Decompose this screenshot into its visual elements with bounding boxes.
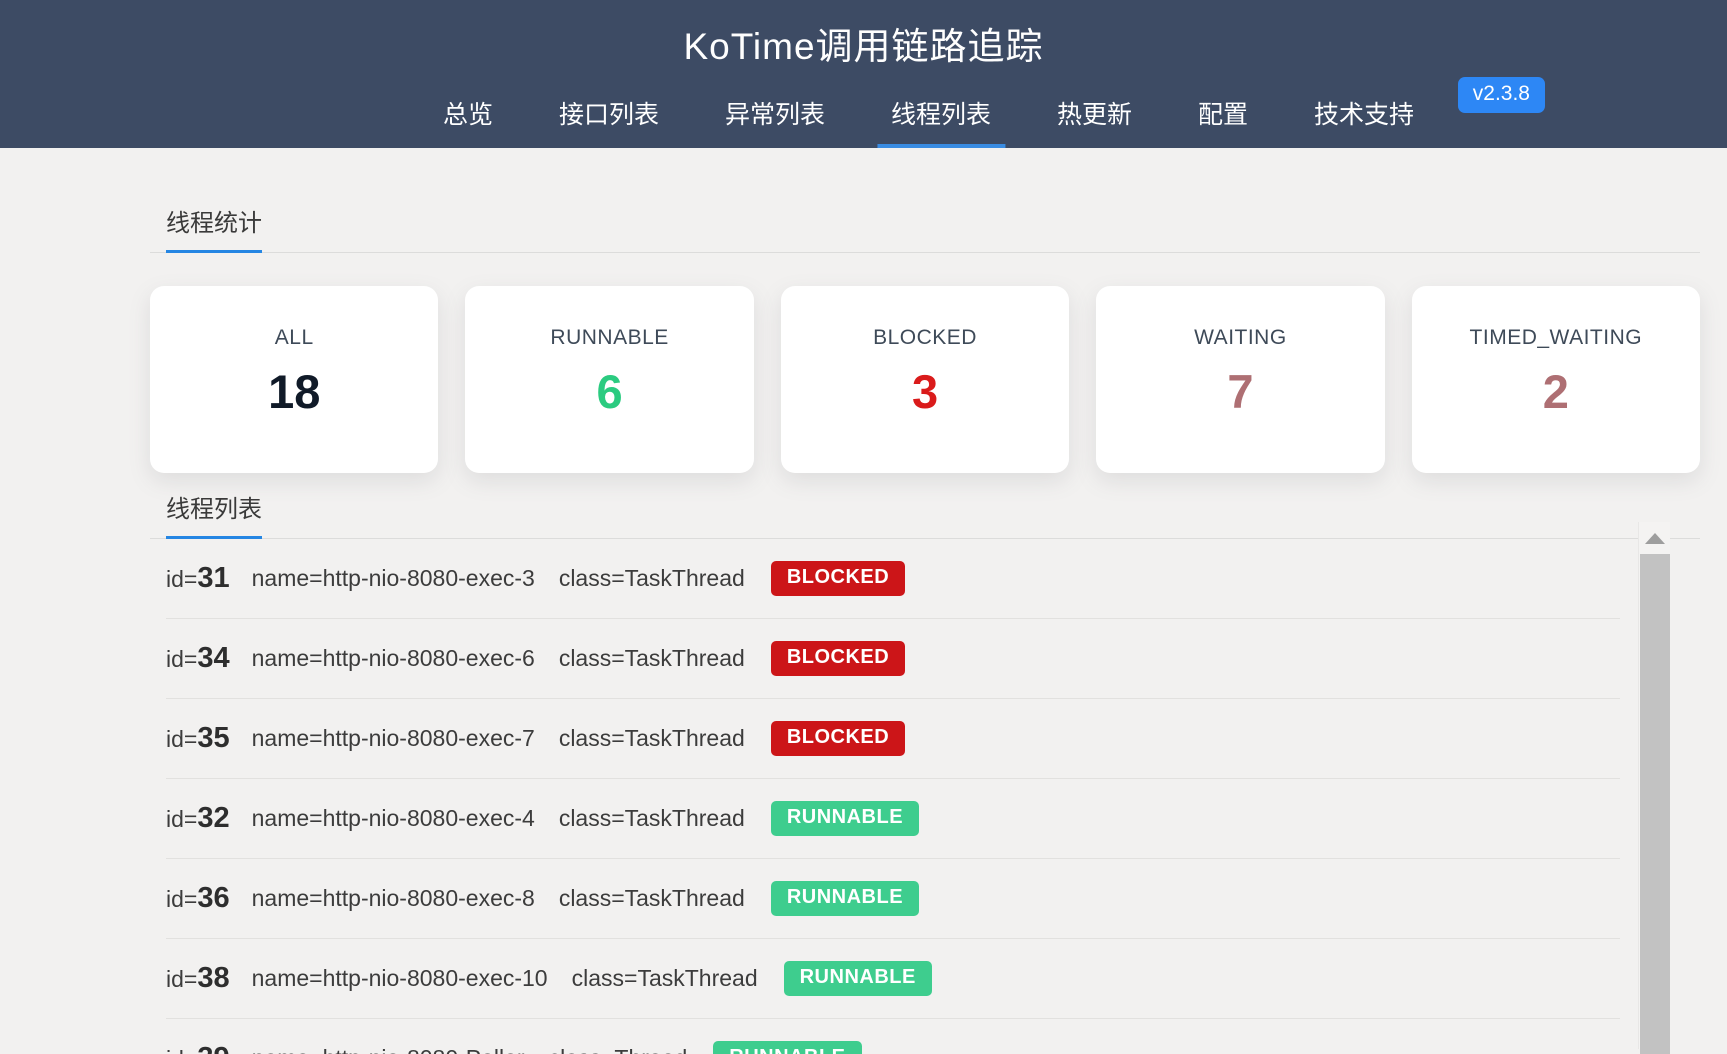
thread-class: class=TaskThread — [559, 645, 745, 672]
stats-section-title: 线程统计 — [166, 203, 262, 253]
thread-name: name=http-nio-8080-exec-10 — [252, 965, 548, 992]
thread-row: id=32 name=http-nio-8080-exec-4 class=Ta… — [166, 779, 1620, 859]
thread-id: id=35 — [166, 722, 230, 755]
nav-tab[interactable]: 总览 — [439, 83, 497, 148]
thread-state-badge: RUNNABLE — [771, 881, 919, 916]
nav-tab-label: 热更新 — [1057, 101, 1132, 129]
thread-row: id=38 name=http-nio-8080-exec-10 class=T… — [166, 939, 1620, 1019]
list-section-title: 线程列表 — [166, 489, 262, 539]
section-divider — [150, 252, 1700, 253]
thread-state-badge: RUNNABLE — [784, 961, 932, 996]
scroll-up-button[interactable] — [1639, 522, 1670, 554]
thread-class: class=Thread — [549, 1045, 688, 1054]
thread-row: id=36 name=http-nio-8080-exec-8 class=Ta… — [166, 859, 1620, 939]
stat-card-label: ALL — [275, 326, 314, 350]
nav-bar: 总览 接口列表 异常列表 线程列表 热更新 配置 技术支持 — [439, 83, 1418, 148]
nav-tab[interactable]: 异常列表 — [721, 83, 829, 148]
stat-card-label: TIMED_WAITING — [1470, 326, 1643, 350]
stat-card: TIMED_WAITING 2 — [1412, 286, 1700, 473]
stat-card-value: 7 — [1227, 364, 1253, 419]
section-divider — [150, 538, 1700, 539]
thread-id: id=36 — [166, 882, 230, 915]
nav-tab-label: 配置 — [1198, 101, 1248, 129]
nav-tab-label: 异常列表 — [725, 101, 825, 129]
scrollbar[interactable] — [1638, 522, 1670, 1049]
stat-card-label: WAITING — [1194, 326, 1287, 350]
thread-id: id=31 — [166, 562, 230, 595]
thread-class: class=TaskThread — [559, 805, 745, 832]
stat-card-value: 18 — [268, 364, 320, 419]
stat-card-value: 2 — [1543, 364, 1569, 419]
nav-tab-label: 总览 — [443, 101, 493, 129]
stats-section-header: 线程统计 — [150, 148, 1700, 253]
thread-row: id=35 name=http-nio-8080-exec-7 class=Ta… — [166, 699, 1620, 779]
stat-card-label: RUNNABLE — [550, 326, 668, 350]
thread-state-badge: RUNNABLE — [771, 801, 919, 836]
thread-state-badge: BLOCKED — [771, 721, 905, 756]
thread-name: name=http-nio-8080-exec-3 — [252, 565, 535, 592]
nav-tab[interactable]: 技术支持 — [1310, 83, 1418, 148]
thread-name: name=http-nio-8080-exec-7 — [252, 725, 535, 752]
scrollbar-thumb[interactable] — [1640, 554, 1670, 1054]
thread-class: class=TaskThread — [559, 885, 745, 912]
thread-row: id=34 name=http-nio-8080-exec-6 class=Ta… — [166, 619, 1620, 699]
thread-class: class=TaskThread — [559, 725, 745, 752]
nav-tab[interactable]: 接口列表 — [555, 83, 663, 148]
app-header: KoTime调用链路追踪 总览 接口列表 异常列表 线程列表 热更新 配置 技术… — [0, 0, 1727, 148]
stats-cards-row: ALL 18 RUNNABLE 6 BLOCKED 3 WAITING 7 TI… — [150, 286, 1700, 473]
stat-card-value: 3 — [912, 364, 938, 419]
nav-tab-label: 技术支持 — [1314, 101, 1414, 129]
version-badge[interactable]: v2.3.8 — [1458, 77, 1545, 113]
nav-tab-label: 线程列表 — [891, 101, 991, 129]
thread-list: id=31 name=http-nio-8080-exec-3 class=Ta… — [166, 539, 1620, 1054]
nav-tab-label: 接口列表 — [559, 101, 659, 129]
thread-id: id=34 — [166, 642, 230, 675]
main-content: 线程统计 ALL 18 RUNNABLE 6 BLOCKED 3 WAITING… — [0, 148, 1727, 1054]
stat-card: BLOCKED 3 — [781, 286, 1069, 473]
thread-id: id=38 — [166, 962, 230, 995]
thread-class: class=TaskThread — [559, 565, 745, 592]
stat-card: RUNNABLE 6 — [465, 286, 753, 473]
thread-id: id=39 — [166, 1042, 230, 1054]
stat-card: WAITING 7 — [1096, 286, 1384, 473]
stat-card: ALL 18 — [150, 286, 438, 473]
thread-name: name=http-nio-8080-Poller — [252, 1045, 525, 1054]
thread-state-badge: BLOCKED — [771, 561, 905, 596]
thread-state-badge: BLOCKED — [771, 641, 905, 676]
thread-id: id=32 — [166, 802, 230, 835]
thread-name: name=http-nio-8080-exec-6 — [252, 645, 535, 672]
thread-row: id=31 name=http-nio-8080-exec-3 class=Ta… — [166, 539, 1620, 619]
thread-class: class=TaskThread — [572, 965, 758, 992]
thread-state-badge: RUNNABLE — [713, 1041, 861, 1054]
stat-card-label: BLOCKED — [873, 326, 977, 350]
nav-tab[interactable]: 线程列表 — [887, 83, 995, 148]
page-title: KoTime调用链路追踪 — [0, 0, 1727, 70]
nav-tab[interactable]: 配置 — [1194, 83, 1252, 148]
scroll-up-icon — [1645, 533, 1665, 544]
nav-tab[interactable]: 热更新 — [1053, 83, 1136, 148]
thread-name: name=http-nio-8080-exec-4 — [252, 805, 535, 832]
list-section-header: 线程列表 — [150, 473, 1700, 539]
thread-name: name=http-nio-8080-exec-8 — [252, 885, 535, 912]
stat-card-value: 6 — [597, 364, 623, 419]
